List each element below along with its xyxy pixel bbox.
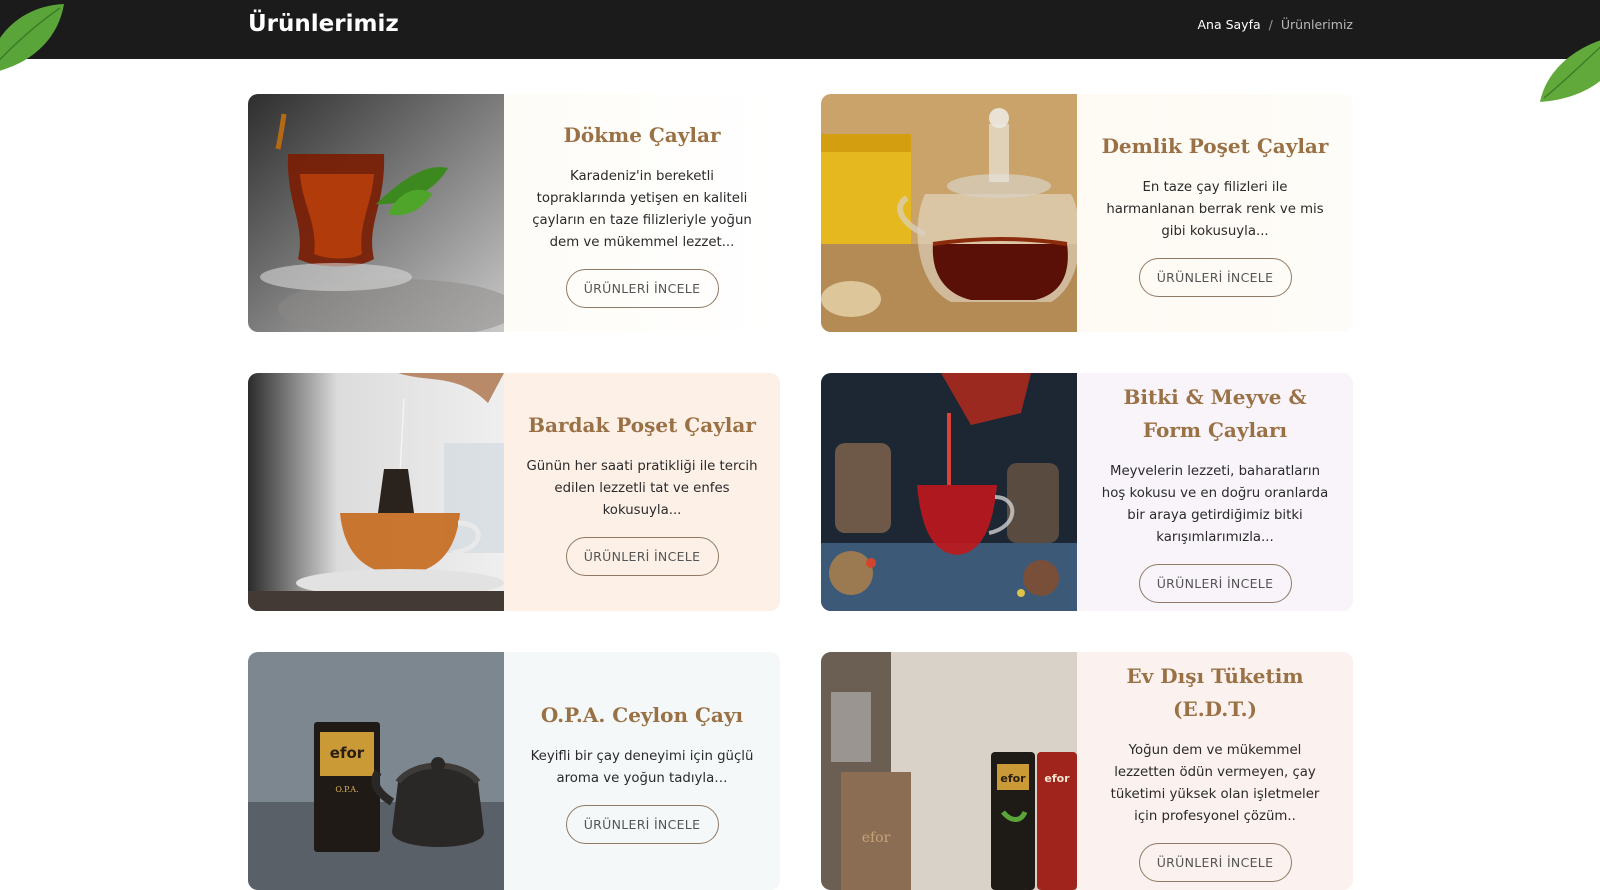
leaf-icon [1540,40,1600,102]
breadcrumb-separator: / [1268,17,1273,32]
product-description: En taze çay filizleri ile harmanlanan be… [1106,179,1324,239]
product-description: Günün her saati pratikliği ile tercih ed… [526,458,758,518]
brand-logo: efor [1000,772,1026,785]
product-card-ev-disi: efor efor efor Ev Dışı Tüketim (E.D.T.) … [821,652,1353,890]
brand-logo: efor [1044,772,1070,785]
product-image-opa-ceylon[interactable]: efor O.P.A. [248,652,504,890]
page-title: Ürünlerimiz [248,11,399,37]
product-title: Demlik Poşet Çaylar [1101,133,1329,158]
pack-label: O.P.A. [335,785,358,794]
product-card-dokme: Dökme Çaylar Karadeniz'in bereketli topr… [248,94,780,332]
product-card-opa-ceylon: efor O.P.A. O.P.A. Ceylon Çayı Keyifli b… [248,652,780,890]
view-products-button[interactable]: ÜRÜNLERİ İNCELE [565,268,719,308]
view-products-button[interactable]: ÜRÜNLERİ İNCELE [565,804,719,844]
product-card-demlik-poset: Demlik Poşet Çaylar En taze çay filizler… [821,94,1353,332]
product-title: Bitki & Meyve & Form Çayları [1123,385,1307,442]
breadcrumb-current: Ürünlerimiz [1280,17,1353,32]
breadcrumb-home-link[interactable]: Ana Sayfa [1197,17,1260,32]
product-card-bitki-meyve: Bitki & Meyve & Form Çayları Meyvelerin … [821,373,1353,611]
header-bar: Ürünlerimiz Ana Sayfa / Ürünlerimiz [0,0,1600,59]
view-products-button[interactable]: ÜRÜNLERİ İNCELE [1138,843,1292,882]
product-title: Bardak Poşet Çaylar [528,412,756,437]
product-title: Dökme Çaylar [563,122,721,147]
product-image-bardak-poset[interactable] [248,373,504,611]
view-products-button[interactable]: ÜRÜNLERİ İNCELE [565,536,719,576]
product-description: Meyvelerin lezzeti, baharatların hoş kok… [1101,464,1329,545]
breadcrumb: Ana Sayfa / Ürünlerimiz [1197,17,1353,32]
product-image-bitki-meyve[interactable] [821,373,1077,611]
product-image-dokme[interactable] [248,94,504,332]
view-products-button[interactable]: ÜRÜNLERİ İNCELE [1138,257,1292,297]
product-image-demlik-poset[interactable] [821,94,1077,332]
brand-logo: efor [330,744,365,762]
view-products-button[interactable]: ÜRÜNLERİ İNCELE [1138,564,1292,603]
product-description: Yoğun dem ve mükemmel lezzetten ödün ver… [1110,743,1320,824]
product-title: Ev Dışı Tüketim (E.D.T.) [1126,664,1304,721]
product-image-ev-disi[interactable]: efor efor efor [821,652,1077,890]
product-description: Keyifli bir çay deneyimi için güçlü arom… [530,748,754,786]
machine-logo: efor [862,830,891,846]
product-description: Karadeniz'in bereketli topraklarında yet… [532,168,752,250]
product-title: O.P.A. Ceylon Çayı [540,702,744,727]
leaf-icon [0,4,64,71]
product-card-bardak-poset: Bardak Poşet Çaylar Günün her saati prat… [248,373,780,611]
